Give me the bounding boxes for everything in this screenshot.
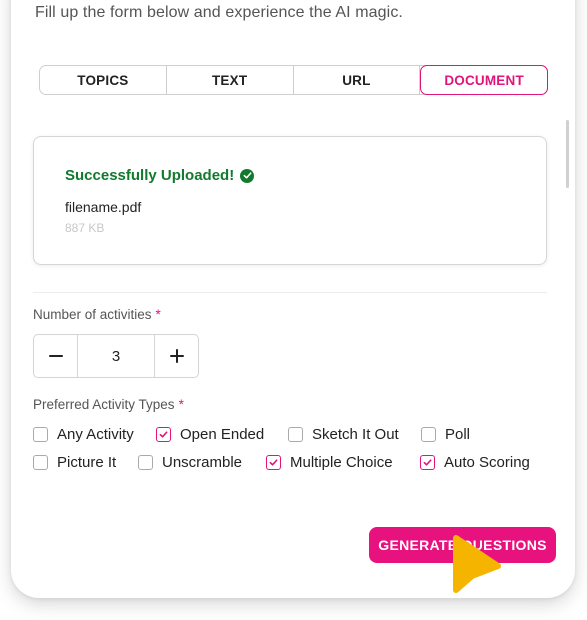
option-label: Auto Scoring (444, 454, 530, 471)
option-poll[interactable]: Poll (421, 426, 470, 443)
minus-icon (48, 355, 63, 357)
check-icon (269, 459, 278, 466)
uploaded-filesize: 887 KB (65, 221, 105, 235)
activities-count-label: Number of activities * (33, 307, 161, 322)
option-label: Multiple Choice (290, 454, 393, 471)
option-label: Picture It (57, 454, 117, 471)
check-circle-icon (240, 168, 255, 183)
checkbox[interactable] (421, 427, 436, 442)
plus-icon (169, 349, 184, 363)
scrollbar[interactable] (566, 120, 569, 188)
checkbox[interactable] (138, 455, 153, 470)
tab-topics[interactable]: TOPICS (40, 66, 167, 94)
uploaded-filename: filename.pdf (65, 199, 142, 215)
tab-document[interactable]: DOCUMENT (420, 65, 548, 95)
pointer-cursor-icon (453, 535, 501, 593)
option-sketch-it-out[interactable]: Sketch It Out (288, 426, 399, 443)
activity-types-label-text: Preferred Activity Types (33, 397, 175, 412)
required-mark: * (155, 307, 161, 322)
option-any-activity[interactable]: Any Activity (33, 426, 134, 443)
required-mark: * (178, 397, 184, 412)
checkbox[interactable] (288, 427, 303, 442)
option-open-ended[interactable]: Open Ended (156, 426, 264, 443)
activities-count-input[interactable]: 3 (77, 335, 155, 377)
source-tabs: TOPICS TEXT URL DOCUMENT (39, 65, 548, 95)
check-icon (423, 459, 432, 466)
tab-url[interactable]: URL (293, 66, 421, 94)
section-divider (33, 292, 547, 293)
option-label: Poll (445, 426, 471, 443)
activities-stepper: 3 (33, 334, 199, 378)
option-label: Sketch It Out (312, 426, 399, 443)
option-unscramble[interactable]: Unscramble (138, 454, 242, 471)
option-picture-it[interactable]: Picture It (33, 454, 116, 471)
upload-status: Successfully Uploaded! (65, 167, 255, 184)
checkbox-checked[interactable] (420, 455, 435, 470)
checkbox-checked[interactable] (266, 455, 281, 470)
upload-dropzone[interactable]: Successfully Uploaded! filename.pdf 887 … (33, 136, 547, 265)
checkbox[interactable] (33, 427, 48, 442)
tab-text[interactable]: TEXT (166, 66, 294, 94)
form-subtitle: Fill up the form below and experience th… (35, 4, 403, 21)
check-icon (159, 431, 168, 438)
option-multiple-choice[interactable]: Multiple Choice (266, 454, 393, 471)
increment-button[interactable] (155, 335, 198, 377)
option-label: Open Ended (180, 426, 265, 443)
checkbox-checked[interactable] (156, 427, 171, 442)
decrement-button[interactable] (34, 335, 77, 377)
activities-count-label-text: Number of activities (33, 307, 152, 322)
activity-types-label: Preferred Activity Types * (33, 397, 184, 412)
upload-status-text: Successfully Uploaded! (65, 167, 235, 184)
option-label: Any Activity (57, 426, 134, 443)
option-auto-scoring[interactable]: Auto Scoring (420, 454, 530, 471)
checkbox[interactable] (33, 455, 48, 470)
option-label: Unscramble (162, 454, 243, 471)
